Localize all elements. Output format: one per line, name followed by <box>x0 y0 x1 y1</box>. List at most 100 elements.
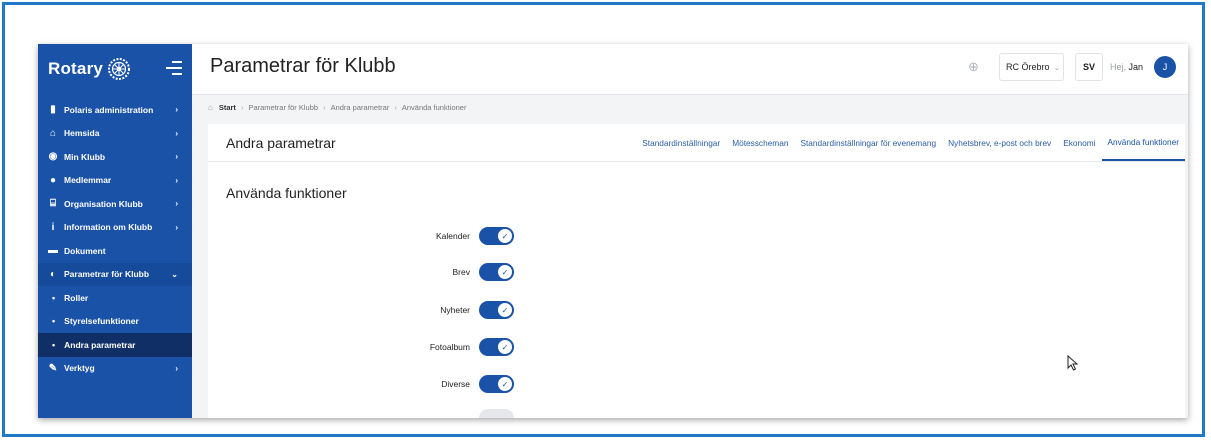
check-icon: ✓ <box>498 340 512 354</box>
section-title: Använda funktioner <box>226 185 347 201</box>
kalender-toggle[interactable]: ✓ <box>479 227 514 245</box>
toggle-label: Brev <box>452 267 470 277</box>
bullet-icon: • <box>52 339 56 350</box>
sidebar-item-polaris-administration[interactable]: ▮ Polaris administration › <box>38 98 192 122</box>
sidebar-subitem-roller[interactable]: • Roller <box>38 286 192 310</box>
toggle-label: Fotoalbum <box>429 342 470 352</box>
toggle-row-brev: Brev ✓ <box>388 262 548 282</box>
breadcrumb-separator: › <box>394 102 397 112</box>
language-button[interactable]: SV <box>1075 53 1103 81</box>
toggle-label: Nyheter <box>440 305 470 315</box>
sidebar-item-information-om-klubb[interactable]: i Information om Klubb › <box>38 216 192 240</box>
institution-icon: ⌸ <box>50 198 56 210</box>
breadcrumb: ⌂ Start › Parametrar för Klubb › Andra p… <box>192 98 1188 116</box>
toggle-label: Diverse <box>441 379 470 389</box>
clipboard-icon: ▮ <box>50 104 56 116</box>
partial-toggle[interactable] <box>479 409 514 418</box>
check-icon: ✓ <box>498 229 512 243</box>
mouse-cursor-icon <box>1067 355 1079 371</box>
sidebar-item-hemsida[interactable]: ⌂ Hemsida › <box>38 122 192 146</box>
tab-motesscheman[interactable]: Mötesscheman <box>726 124 794 161</box>
folder-icon: ▬ <box>48 245 58 257</box>
breadcrumb-item[interactable]: Parametrar för Klubb <box>248 103 318 112</box>
chevron-right-icon: › <box>175 105 178 115</box>
club-select-value: RC Örebro <box>1006 62 1050 72</box>
bullet-icon: • <box>52 292 56 303</box>
chevron-right-icon: › <box>175 199 178 209</box>
breadcrumb-item-current: Använda funktioner <box>401 102 467 112</box>
chevron-down-icon: ⌄ <box>171 269 178 279</box>
sidebar-item-label: Verktyg <box>64 363 95 374</box>
avatar[interactable]: J <box>1154 56 1176 78</box>
sidebar-item-label: Medlemmar <box>64 175 112 186</box>
tab-standardinstallningar[interactable]: Standardinställningar <box>636 124 726 161</box>
sidebar-item-label: Information om Klubb <box>64 222 153 233</box>
sidebar-item-label: Min Klubb <box>64 151 106 162</box>
card-header: Andra parametrar Standardinställningar M… <box>208 124 1185 162</box>
fotoalbum-toggle[interactable]: ✓ <box>479 338 514 356</box>
tab-standardinstallningar-evenemang[interactable]: Standardinställningar för evenemang <box>794 124 942 161</box>
check-icon: ✓ <box>498 377 512 391</box>
rotary-logo-text: Rotary <box>48 59 104 78</box>
toggle-row-kalender: Kalender ✓ <box>388 226 548 246</box>
tab-nyhetsbrev[interactable]: Nyhetsbrev, e-post och brev <box>942 124 1057 161</box>
rotary-wheel-icon <box>108 58 131 80</box>
sidebar-subitem-styrelsefunktioner[interactable]: • Styrelsefunktioner <box>38 310 192 334</box>
app-window: Rotary ▮ Polaris administration › ⌂ Hems… <box>38 44 1188 418</box>
tab-ekonomi[interactable]: Ekonomi <box>1057 124 1101 161</box>
sidebar-item-label: Parametrar för Klubb <box>64 269 150 280</box>
user-name: Jan <box>1128 62 1144 72</box>
chevron-right-icon: › <box>175 152 178 162</box>
sidebar-item-label: Styrelsefunktioner <box>64 316 139 327</box>
chevron-down-icon: ⌄ <box>1053 62 1061 72</box>
tab-anvanda-funktioner[interactable]: Använda funktioner <box>1101 124 1185 161</box>
toggle-label: Kalender <box>435 231 470 241</box>
sidebar-item-min-klubb[interactable]: ◉ Min Klubb › <box>38 145 192 169</box>
sidebar-item-label: Roller <box>64 292 89 303</box>
check-icon: ✓ <box>498 303 512 317</box>
breadcrumb-item-start[interactable]: Start <box>219 103 236 112</box>
info-icon: i <box>51 221 55 233</box>
chevron-right-icon: › <box>175 363 178 373</box>
sidebar-item-organisation-klubb[interactable]: ⌸ Organisation Klubb › <box>38 192 192 216</box>
nyheter-toggle[interactable]: ✓ <box>479 301 514 319</box>
collapse-menu-icon[interactable] <box>166 61 182 75</box>
home-icon[interactable]: ⌂ <box>208 103 213 112</box>
sidebar-subitem-andra-parametrar[interactable]: • Andra parametrar <box>38 333 192 357</box>
sidebar-item-label: Organisation Klubb <box>64 198 143 209</box>
sidebar-item-parametrar-for-klubb[interactable]: ◐ Parametrar för Klubb ⌄ <box>38 262 192 286</box>
sidebar-item-verktyg[interactable]: ✎ Verktyg › <box>38 357 192 381</box>
breadcrumb-separator: › <box>240 102 244 112</box>
logo-row: Rotary <box>38 44 192 94</box>
chevron-right-icon: › <box>175 175 178 185</box>
toggle-icon: ◐ <box>49 268 57 280</box>
toggle-row-nyheter: Nyheter ✓ <box>388 300 548 320</box>
user-greeting[interactable]: Hej, Jan <box>1110 62 1143 72</box>
sidebar-item-medlemmar[interactable]: ● Medlemmar › <box>38 169 192 193</box>
toggle-row-partial <box>388 408 548 418</box>
sidebar-item-dokument[interactable]: ▬ Dokument <box>38 239 192 263</box>
breadcrumb-separator: › <box>323 102 326 112</box>
brev-toggle[interactable]: ✓ <box>479 263 514 281</box>
toggle-row-diverse: Diverse ✓ <box>388 374 548 394</box>
page-title: Parametrar för Klubb <box>210 55 396 77</box>
breadcrumb-item[interactable]: Andra parametrar <box>331 103 390 112</box>
tab-bar: Standardinställningar Mötesscheman Stand… <box>636 124 1185 161</box>
wrench-icon: ✎ <box>48 362 58 374</box>
sidebar: Rotary ▮ Polaris administration › ⌂ Hems… <box>38 44 192 418</box>
sidebar-nav: ▮ Polaris administration › ⌂ Hemsida › ◉… <box>38 98 192 380</box>
globe-icon[interactable]: ⊕ <box>968 59 982 74</box>
club-icon: ◉ <box>48 151 58 163</box>
top-header: Parametrar för Klubb ⊕ RC Örebro ⌄ SV He… <box>192 44 1188 95</box>
sidebar-item-label: Dokument <box>64 245 106 256</box>
bullet-icon: • <box>52 316 56 327</box>
greeting-prefix: Hej, <box>1110 62 1127 72</box>
sidebar-item-label: Andra parametrar <box>64 339 136 350</box>
sidebar-item-label: Hemsida <box>64 128 100 139</box>
club-select[interactable]: RC Örebro ⌄ <box>999 53 1064 81</box>
diverse-toggle[interactable]: ✓ <box>479 375 514 393</box>
toggle-row-fotoalbum: Fotoalbum ✓ <box>388 337 548 357</box>
card-title: Andra parametrar <box>226 135 336 151</box>
content-card: Andra parametrar Standardinställningar M… <box>208 124 1185 418</box>
chevron-right-icon: › <box>175 128 178 138</box>
